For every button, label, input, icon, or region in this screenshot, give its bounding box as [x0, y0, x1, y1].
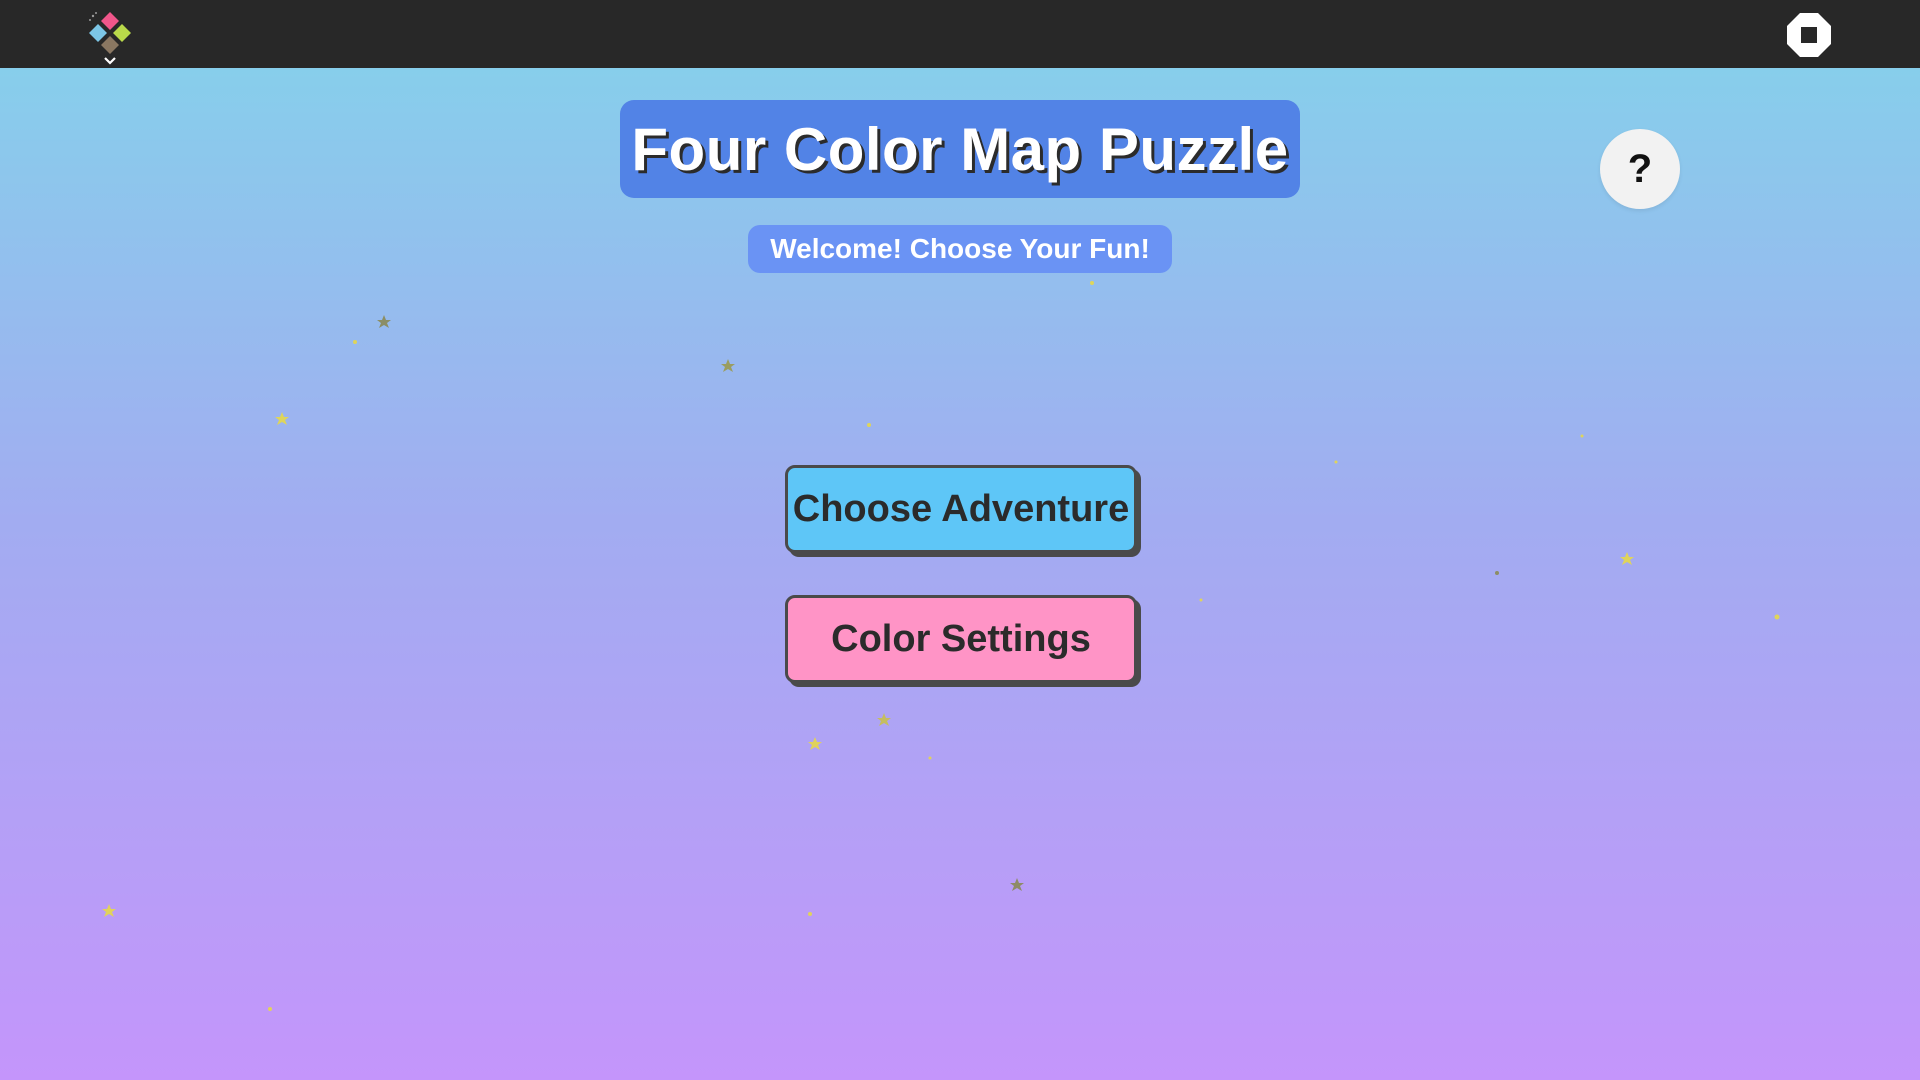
- sparkle-icon: [1774, 614, 1780, 620]
- sparkle-icon: [353, 340, 357, 344]
- sparkle-icon: [102, 904, 116, 917]
- sparkle-icon: [1199, 598, 1203, 602]
- welcome-subtitle: Welcome! Choose Your Fun!: [770, 233, 1150, 264]
- help-button[interactable]: ?: [1600, 129, 1680, 209]
- sparkle-icon: [1334, 460, 1338, 464]
- sparkle-icon: [721, 359, 735, 372]
- sparkle-icon: [1010, 878, 1024, 891]
- sparkle-icon: [1620, 552, 1634, 565]
- stop-button[interactable]: [1786, 12, 1832, 58]
- subtitle-banner: Welcome! Choose Your Fun!: [748, 225, 1172, 273]
- sparkle-icon: [928, 756, 932, 760]
- sparkle-icon: [867, 423, 871, 427]
- game-title: Four Color Map Puzzle: [631, 115, 1289, 183]
- sparkle-icon: [1580, 434, 1584, 438]
- sparkle-icon: [808, 737, 822, 750]
- title-banner: Four Color Map Puzzle: [620, 100, 1300, 198]
- question-mark-icon: ?: [1627, 146, 1653, 191]
- choose-adventure-button[interactable]: Choose Adventure: [785, 465, 1137, 553]
- sparkle-icon: [877, 713, 891, 726]
- sparkle-icon: [377, 315, 391, 328]
- color-settings-button[interactable]: Color Settings: [785, 595, 1137, 683]
- sparkle-icon: [1495, 571, 1499, 575]
- activity-color-diamonds-icon: [89, 12, 131, 65]
- sparkle-icon: [268, 1007, 272, 1011]
- sparkle-icon: [1090, 281, 1094, 285]
- toolbar: [0, 0, 1920, 68]
- game-canvas: Four Color Map Puzzle Welcome! Choose Yo…: [0, 68, 1920, 1080]
- activity-menu-button[interactable]: [78, 8, 142, 68]
- sparkle-decorations: [102, 281, 1780, 1011]
- sparkle-icon: [275, 412, 289, 425]
- stop-icon: [1787, 13, 1831, 57]
- sparkle-icon: [808, 912, 812, 916]
